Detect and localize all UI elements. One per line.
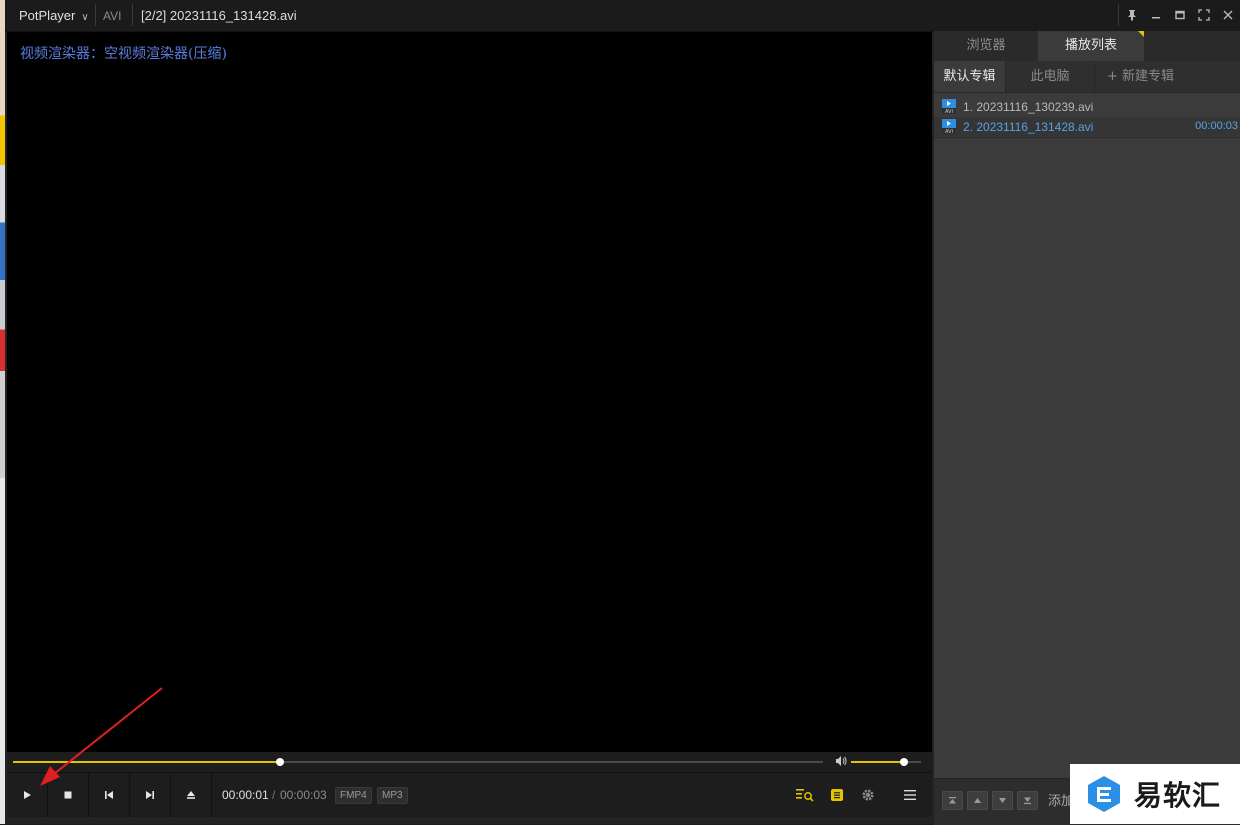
move-to-top-button[interactable] [942, 791, 963, 810]
watermark: 易软汇 [1070, 764, 1240, 824]
gear-icon [862, 789, 874, 801]
svg-text:AVI: AVI [945, 109, 953, 114]
potplayer-window: PotPlayer ∨ AVI [2/2] 20231116_131428.avi [5, 0, 1240, 825]
seek-handle[interactable] [276, 758, 285, 766]
playlist-icon [831, 789, 843, 801]
seek-slider[interactable] [13, 758, 823, 766]
seek-progress [13, 761, 281, 763]
pin-icon[interactable] [1120, 0, 1144, 30]
fullscreen-icon[interactable] [1192, 0, 1216, 30]
move-down-button[interactable] [992, 791, 1013, 810]
album-tabs: 默认专辑 此电脑 + 新建专辑 [934, 61, 1240, 93]
playlist-toggle-button[interactable] [822, 773, 852, 817]
eject-icon [187, 791, 195, 799]
tab-browser[interactable]: 浏览器 [934, 31, 1038, 61]
window-title: [2/2] 20231116_131428.avi [141, 8, 297, 23]
move-top-icon [949, 797, 956, 804]
close-icon[interactable] [1216, 0, 1240, 30]
playlist-item-duration: 00:00:03 [1195, 120, 1238, 132]
play-button[interactable] [7, 773, 48, 817]
move-up-button[interactable] [967, 791, 988, 810]
window-controls [1120, 0, 1240, 30]
video-codec-badge[interactable]: FMP4 [335, 787, 372, 804]
panel-top-tabs: 浏览器 播放列表 [934, 31, 1240, 61]
playlist-item-selected[interactable]: AVI 2. 20231116_131428.avi 00:00:03 [934, 117, 1240, 138]
volume-slider[interactable] [851, 758, 921, 766]
speaker-icon[interactable] [835, 755, 847, 770]
skip-forward-icon [146, 791, 154, 799]
move-to-bottom-button[interactable] [1017, 791, 1038, 810]
arrow-up-icon [974, 798, 981, 803]
tab-playlist[interactable]: 播放列表 [1038, 31, 1144, 61]
playlist-search-button[interactable] [790, 773, 820, 817]
active-tab-marker [1138, 31, 1144, 37]
stop-button[interactable] [48, 773, 89, 817]
control-bar: 00:00:01 / 00:00:03 FMP4 MP3 [7, 772, 932, 817]
settings-button[interactable] [853, 773, 883, 817]
seek-bar-row [7, 752, 932, 772]
title-bar[interactable]: PotPlayer ∨ AVI [2/2] 20231116_131428.avi [5, 0, 1240, 32]
volume-handle[interactable] [899, 758, 908, 766]
avi-file-icon: AVI [942, 99, 956, 114]
play-icon [24, 791, 31, 799]
new-album-button[interactable]: + 新建专辑 [1095, 61, 1186, 92]
list-search-icon [796, 789, 814, 802]
volume-level [851, 761, 904, 763]
avi-file-icon: AVI [942, 119, 956, 134]
watermark-text: 易软汇 [1134, 779, 1222, 812]
app-menu-button[interactable]: PotPlayer ∨ [19, 8, 89, 23]
move-bottom-icon [1024, 797, 1031, 805]
format-label: AVI [103, 9, 122, 23]
playlist-item[interactable]: AVI 1. 20231116_130239.avi [934, 97, 1240, 117]
svg-text:AVI: AVI [945, 129, 953, 134]
time-separator: / [272, 788, 276, 802]
audio-codec-badge[interactable]: MP3 [377, 787, 408, 804]
playlist-item-name: 2. 20231116_131428.avi [963, 120, 1094, 134]
tab-playlist-label: 播放列表 [1064, 38, 1117, 53]
playlist: AVI 1. 20231116_130239.avi AVI 2. 202311… [934, 97, 1240, 138]
title-divider [95, 4, 96, 26]
skip-back-icon [105, 791, 113, 799]
stop-icon [64, 791, 72, 799]
playlist-item-name: 1. 20231116_130239.avi [963, 100, 1094, 114]
playlist-panel: 浏览器 播放列表 默认专辑 此电脑 + 新建专辑 AVI 1. 20231116… [934, 31, 1240, 825]
hamburger-icon [904, 790, 916, 800]
tab-this-pc[interactable]: 此电脑 [1006, 61, 1095, 92]
open-file-button[interactable] [171, 773, 212, 817]
maximize-icon[interactable] [1168, 0, 1192, 30]
main-menu-button[interactable] [895, 773, 925, 817]
current-time: 00:00:01 [222, 788, 269, 802]
arrow-down-icon [999, 798, 1006, 803]
tab-default-album[interactable]: 默认专辑 [934, 61, 1006, 92]
video-area[interactable]: 视频渲染器：空视频渲染器(压缩) [7, 32, 932, 752]
total-time: 00:00:03 [280, 788, 327, 802]
next-button[interactable] [130, 773, 171, 817]
osd-renderer-text: 视频渲染器：空视频渲染器(压缩) [20, 46, 227, 62]
previous-button[interactable] [89, 773, 130, 817]
title-divider [1118, 4, 1119, 26]
title-divider [132, 4, 133, 26]
app-name: PotPlayer [19, 8, 76, 23]
chevron-down-icon: ∨ [81, 12, 89, 23]
watermark-logo [1088, 776, 1120, 812]
minimize-icon[interactable] [1144, 0, 1168, 30]
